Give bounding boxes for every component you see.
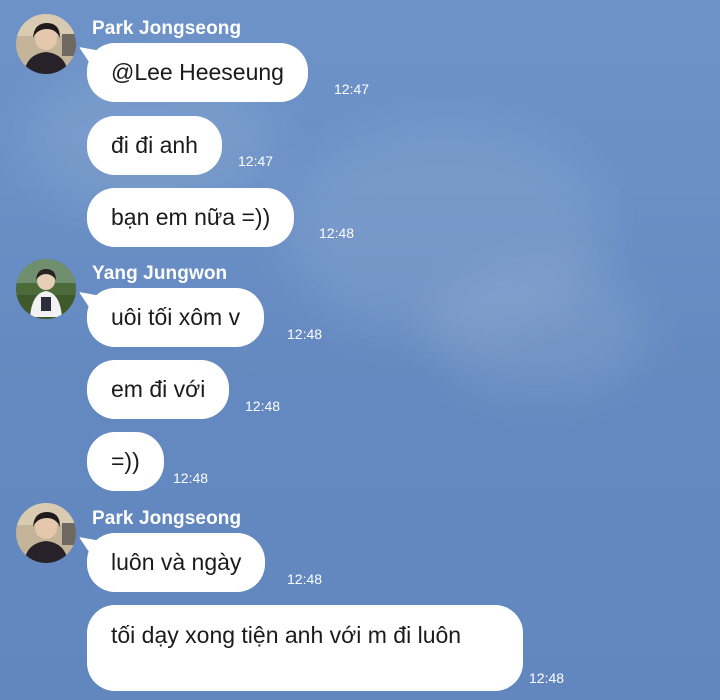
- message-bubble[interactable]: @Lee Heeseung: [87, 43, 308, 102]
- sender-name: Yang Jungwon: [92, 263, 228, 284]
- message-time: 12:48: [245, 398, 281, 414]
- message-text: em đi với: [111, 376, 206, 402]
- message-time: 12:47: [334, 81, 370, 97]
- avatar-yang-jungwon[interactable]: [16, 259, 76, 319]
- avatar-park-jongseong[interactable]: [16, 14, 76, 74]
- message-time: 12:48: [287, 571, 323, 587]
- message-bubble[interactable]: đi đi anh: [87, 116, 222, 175]
- message-time: 12:48: [173, 470, 209, 486]
- sender-name: Park Jongseong: [92, 508, 242, 529]
- message-time: 12:47: [238, 153, 274, 169]
- message-text: bạn em nữa =)): [111, 204, 271, 230]
- message-bubble[interactable]: em đi với: [87, 360, 230, 419]
- profile-photo-icon: [16, 503, 76, 563]
- message-bubble[interactable]: tối dạy xong tiện anh với m đi luôn: [87, 605, 523, 691]
- message-bubble[interactable]: =)): [87, 432, 164, 491]
- chat-thread: Park Jongseong @Lee Heeseung 12:47 đi đi…: [0, 0, 720, 700]
- message-text: luôn và ngày: [111, 549, 242, 575]
- sender-name: Park Jongseong: [92, 18, 242, 39]
- avatar-park-jongseong[interactable]: [16, 503, 76, 563]
- message-text: =)): [111, 448, 140, 474]
- message-time: 12:48: [287, 326, 323, 342]
- message-bubble[interactable]: luôn và ngày: [87, 533, 266, 592]
- message-text: @Lee Heeseung: [111, 59, 284, 85]
- message-text: tối dạy xong tiện anh với m đi luôn: [111, 622, 462, 648]
- profile-photo-icon: [16, 14, 76, 74]
- message-text: đi đi anh: [111, 132, 198, 158]
- message-time: 12:48: [319, 225, 355, 241]
- message-bubble[interactable]: uôi tối xôm v: [87, 288, 265, 347]
- message-time: 12:48: [529, 670, 565, 686]
- message-text: uôi tối xôm v: [111, 304, 241, 330]
- profile-photo-icon: [16, 259, 76, 319]
- message-bubble[interactable]: bạn em nữa =)): [87, 188, 295, 247]
